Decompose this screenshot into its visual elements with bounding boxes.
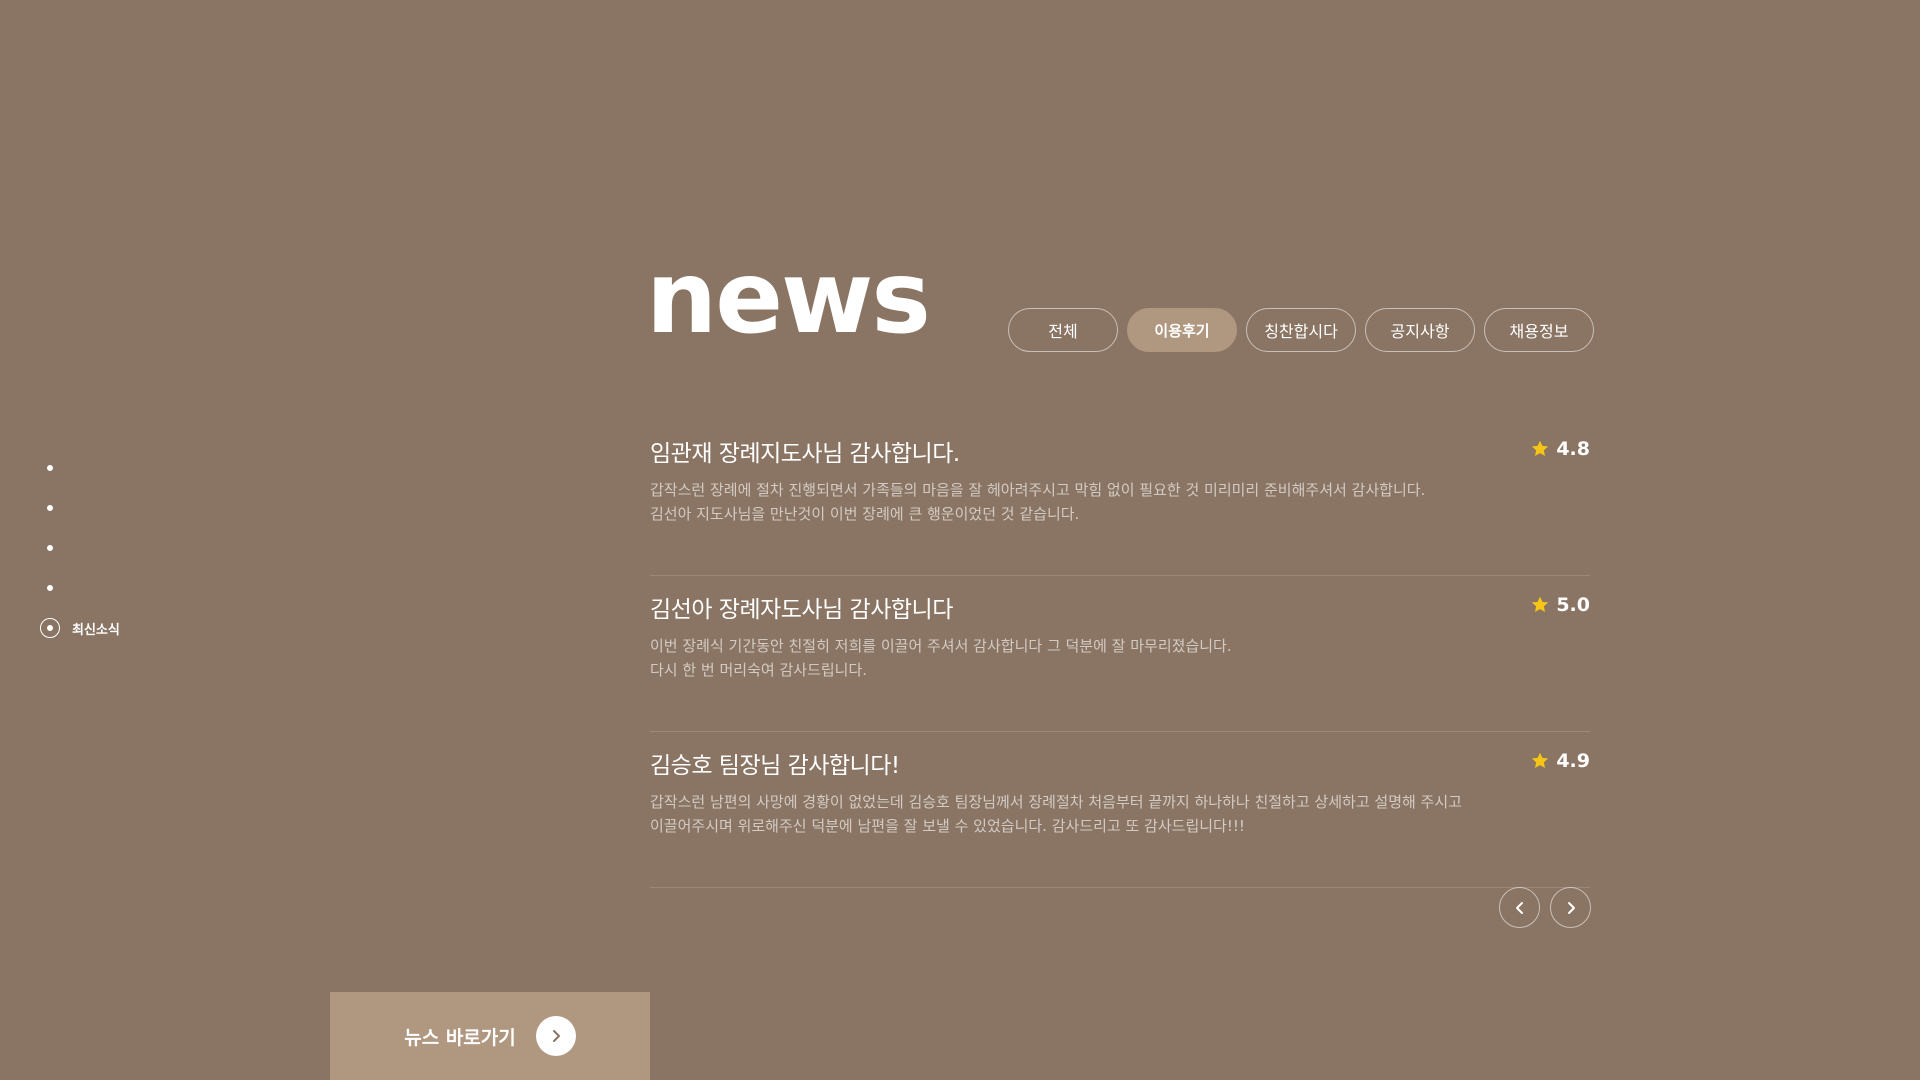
section-nav-item[interactable] (40, 448, 240, 488)
item-title[interactable]: 임관재 장례지도사님 감사합니다. (650, 434, 960, 468)
section-nav-active-label[interactable]: 최신소식 (72, 619, 120, 638)
tab-recruit[interactable]: 채용정보 (1484, 308, 1594, 352)
item-desc-line: 김선아 지도사님을 만난것이 이번 장례에 큰 행운이었던 것 같습니다. (650, 505, 1080, 523)
star-icon (1532, 596, 1549, 612)
prev-button[interactable] (1499, 887, 1540, 928)
tab-notice[interactable]: 공지사항 (1365, 308, 1475, 352)
section-nav-item-active[interactable]: 최신소식 (40, 608, 240, 648)
news-shortcut-button[interactable]: 뉴스 바로가기 (330, 992, 650, 1080)
section-nav-item[interactable] (40, 488, 240, 528)
nav-dot[interactable] (47, 465, 53, 471)
news-list: 임관재 장례지도사님 감사합니다. 4.8 갑작스런 장례에 절차 진행되면서 … (650, 420, 1590, 888)
next-button[interactable] (1550, 887, 1591, 928)
item-desc-line: 이끌어주시며 위로해주신 덕분에 남편을 잘 보낼 수 있었습니다. 감사드리고… (650, 817, 1245, 835)
list-item[interactable]: 김선아 장례자도사님 감사합니다 5.0 이번 장례식 기간동안 친절히 저희를… (650, 576, 1590, 732)
item-title[interactable]: 김선아 장례자도사님 감사합니다 (650, 590, 953, 624)
item-desc-line: 갑작스런 장례에 절차 진행되면서 가족들의 마음을 잘 헤아려주시고 막힘 없… (650, 481, 1426, 499)
item-title[interactable]: 김승호 팀장님 감사합니다! (650, 746, 900, 780)
list-item[interactable]: 임관재 장례지도사님 감사합니다. 4.8 갑작스런 장례에 절차 진행되면서 … (650, 420, 1590, 576)
item-description: 갑작스런 장례에 절차 진행되면서 가족들의 마음을 잘 헤아려주시고 막힘 없… (650, 478, 1425, 526)
rating: 4.8 (1530, 438, 1590, 460)
section-nav-item[interactable] (40, 568, 240, 608)
tab-reviews[interactable]: 이용후기 (1127, 308, 1237, 352)
item-desc-line: 갑작스런 남편의 사망에 경황이 없었는데 김승호 팀장님께서 장례절차 처음부… (650, 793, 1462, 811)
chevron-left-icon (1515, 901, 1523, 914)
cta-arrow-circle[interactable] (535, 1016, 576, 1056)
page: 최신소식 news 전체 이용후기 칭찬합시다 공지사항 채용정보 임관재 장례… (0, 0, 1920, 1080)
rating-value: 5.0 (1556, 594, 1590, 616)
section-nav: 최신소식 (40, 448, 240, 648)
nav-dot[interactable] (47, 505, 53, 511)
tab-all[interactable]: 전체 (1008, 308, 1118, 352)
item-description: 이번 장례식 기간동안 친절히 저희를 이끌어 주셔서 감사합니다 그 덕분에 … (650, 634, 1232, 682)
rating: 4.9 (1530, 750, 1590, 772)
tab-praise[interactable]: 칭찬합시다 (1246, 308, 1356, 352)
pager (1499, 887, 1591, 928)
section-nav-item[interactable] (40, 528, 240, 568)
nav-dot[interactable] (47, 545, 53, 551)
rating: 5.0 (1530, 594, 1590, 616)
nav-dot[interactable] (47, 585, 53, 591)
star-icon (1532, 440, 1549, 456)
chevron-right-icon (552, 1030, 560, 1042)
rating-value: 4.8 (1556, 438, 1590, 460)
news-shortcut-label[interactable]: 뉴스 바로가기 (404, 1023, 516, 1050)
active-dot-icon[interactable] (40, 618, 60, 638)
item-description: 갑작스런 남편의 사망에 경황이 없었는데 김승호 팀장님께서 장례절차 처음부… (650, 790, 1462, 838)
star-icon (1532, 752, 1549, 768)
rating-value: 4.9 (1556, 750, 1590, 772)
chevron-right-icon (1567, 901, 1575, 914)
item-desc-line: 다시 한 번 머리숙여 감사드립니다. (650, 661, 868, 679)
item-desc-line: 이번 장례식 기간동안 친절히 저희를 이끌어 주셔서 감사합니다 그 덕분에 … (650, 637, 1232, 655)
category-tabs: 전체 이용후기 칭찬합시다 공지사항 채용정보 (1008, 308, 1594, 352)
page-title: news (646, 239, 931, 356)
list-item[interactable]: 김승호 팀장님 감사합니다! 4.9 갑작스런 남편의 사망에 경황이 없었는데… (650, 732, 1590, 888)
